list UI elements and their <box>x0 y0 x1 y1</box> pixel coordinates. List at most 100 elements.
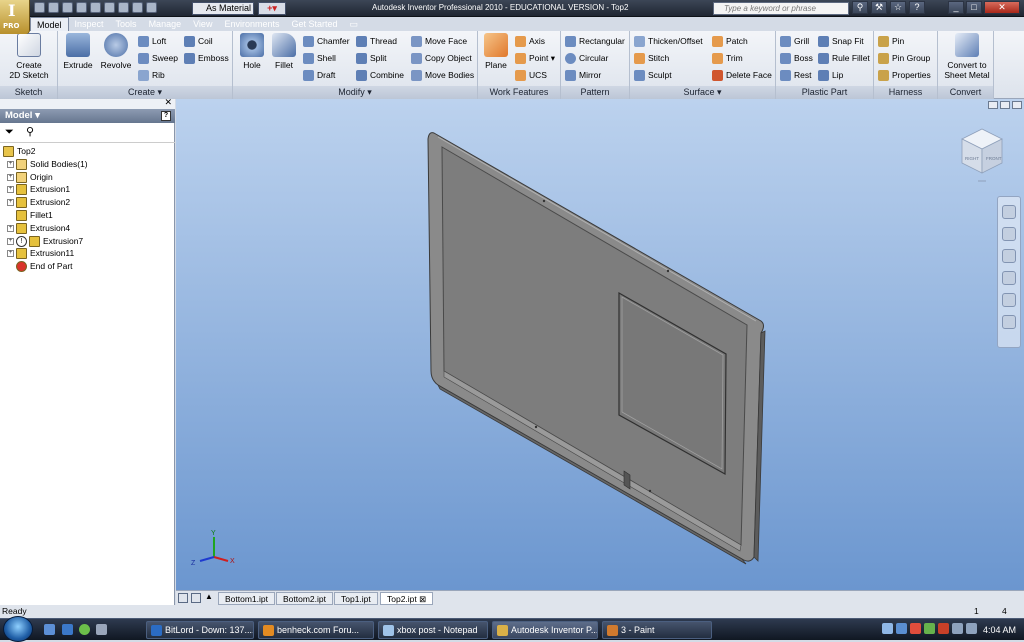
viewcube[interactable]: RIGHT FRONT <box>952 123 1008 189</box>
new-icon[interactable] <box>34 2 45 13</box>
doc-tab-top2[interactable]: Top2.ipt ⊠ <box>380 592 434 605</box>
tree-expand-icon[interactable]: + <box>7 237 14 245</box>
network-icon[interactable] <box>952 623 963 634</box>
sculpt-button[interactable]: Sculpt <box>634 68 672 82</box>
tree-item[interactable]: + Origin <box>3 171 173 184</box>
doc-tab-bottom2[interactable]: Bottom2.ipt <box>276 592 333 605</box>
tree-expand-icon[interactable]: + <box>7 224 14 232</box>
group-label-modify[interactable]: Modify ▾ <box>233 86 477 99</box>
tree-item[interactable]: + Extrusion2 <box>3 196 173 209</box>
taskbar-item[interactable]: xbox post - Notepad <box>378 621 488 639</box>
navigation-options-icon[interactable] <box>1002 315 1016 329</box>
tools-icon[interactable]: ⚒ <box>871 1 887 14</box>
tab-list-icon[interactable]: ▲ <box>205 592 213 601</box>
taskbar-item[interactable]: BitLord - Down: 137.... <box>146 621 254 639</box>
quicklaunch-icon[interactable] <box>96 624 107 635</box>
sweep-button[interactable]: Sweep <box>138 51 178 65</box>
create-2d-sketch-button[interactable]: Create 2D Sketch <box>4 33 54 80</box>
select-icon[interactable] <box>146 2 157 13</box>
move-face-button[interactable]: Move Face <box>411 34 467 48</box>
emboss-button[interactable]: Emboss <box>184 51 229 65</box>
ie-icon[interactable] <box>62 624 73 635</box>
redo-icon[interactable] <box>90 2 101 13</box>
tree-item[interactable]: + Extrusion11 <box>3 247 173 260</box>
start-button[interactable] <box>3 616 33 642</box>
tab-get-started[interactable]: Get Started <box>285 17 343 31</box>
browser-help-button[interactable]: ? <box>161 111 171 121</box>
volume-icon[interactable] <box>966 623 977 634</box>
tree-item[interactable]: + Extrusion1 <box>3 183 173 196</box>
binoculars-icon[interactable]: ⚲ <box>852 1 868 14</box>
lip-button[interactable]: Lip <box>818 68 843 82</box>
tree-item[interactable]: + Solid Bodies(1) <box>3 158 173 171</box>
doc-tab-top1[interactable]: Top1.ipt <box>334 592 378 605</box>
doc-tab-bottom1[interactable]: Bottom1.ipt <box>218 592 275 605</box>
point-button[interactable]: Point ▾ <box>515 51 555 65</box>
taskbar-item[interactable]: benheck.com Foru... <box>258 621 374 639</box>
tab-view[interactable]: View <box>187 17 218 31</box>
tree-expand-icon[interactable]: + <box>7 160 14 168</box>
sketch-icon[interactable] <box>118 2 129 13</box>
tree-item[interactable]: + Extrusion4 <box>3 222 173 235</box>
grill-button[interactable]: Grill <box>780 34 809 48</box>
ucs-button[interactable]: UCS <box>515 68 547 82</box>
delete-face-button[interactable]: Delete Face <box>712 68 772 82</box>
fillet-button[interactable]: Fillet <box>270 33 298 70</box>
pin-button[interactable]: Pin <box>878 34 904 48</box>
show-desktop-icon[interactable] <box>44 624 55 635</box>
application-menu-button[interactable]: I PRO <box>0 0 30 34</box>
shell-button[interactable]: Shell <box>303 51 336 65</box>
browser-header[interactable]: Model ▾? <box>0 109 175 123</box>
tray-icon[interactable] <box>910 623 921 634</box>
look-at-icon[interactable] <box>1002 293 1016 307</box>
properties-button[interactable]: Properties <box>878 68 931 82</box>
tree-expand-icon[interactable]: + <box>7 186 14 194</box>
taskbar-clock[interactable]: 4:04 AM <box>983 619 1016 641</box>
minimize-button[interactable]: _ <box>948 1 964 14</box>
hole-button[interactable]: Hole <box>238 33 266 70</box>
tree-item[interactable]: Top2 <box>3 145 173 158</box>
close-icon[interactable]: ✕ <box>164 97 172 108</box>
group-label-surface[interactable]: Surface ▾ <box>630 86 775 99</box>
tray-icon[interactable] <box>882 623 893 634</box>
return-icon[interactable] <box>104 2 115 13</box>
stitch-button[interactable]: Stitch <box>634 51 669 65</box>
rectangular-pattern-button[interactable]: Rectangular <box>565 34 625 48</box>
taskbar-item[interactable]: Autodesk Inventor P... <box>492 621 598 639</box>
pin-group-button[interactable]: Pin Group <box>878 51 930 65</box>
chrome-icon[interactable] <box>79 624 90 635</box>
filter-icon[interactable]: ⏷ <box>5 126 14 139</box>
color-override-button[interactable]: +▾ <box>258 2 286 15</box>
move-bodies-button[interactable]: Move Bodies <box>411 68 474 82</box>
tree-expand-icon[interactable]: + <box>7 173 14 181</box>
trim-button[interactable]: Trim <box>712 51 743 65</box>
group-label-create[interactable]: Create ▾ <box>58 86 232 99</box>
update-icon[interactable] <box>132 2 143 13</box>
tab-model[interactable]: Model <box>30 17 69 31</box>
tree-item[interactable]: +! Extrusion7 <box>3 235 173 248</box>
close-button[interactable]: ✕ <box>984 1 1020 14</box>
star-icon[interactable]: ☆ <box>890 1 906 14</box>
snap-fit-button[interactable]: Snap Fit <box>818 34 864 48</box>
close-tab-icon[interactable]: ⊠ <box>419 594 426 604</box>
graphics-viewport[interactable]: RIGHT FRONT Y X Z <box>176 99 1024 590</box>
tree-expand-icon[interactable]: + <box>7 199 14 207</box>
thread-button[interactable]: Thread <box>356 34 397 48</box>
tab-manage[interactable]: Manage <box>143 17 188 31</box>
undo-icon[interactable] <box>76 2 87 13</box>
ribbon-minimize-icon[interactable]: ▭ <box>344 17 365 31</box>
tray-icon[interactable] <box>924 623 935 634</box>
mirror-button[interactable]: Mirror <box>565 68 601 82</box>
chamfer-button[interactable]: Chamfer <box>303 34 350 48</box>
save-icon[interactable] <box>62 2 73 13</box>
combine-button[interactable]: Combine <box>356 68 404 82</box>
revolve-button[interactable]: Revolve <box>98 33 134 70</box>
axis-button[interactable]: Axis <box>515 34 545 48</box>
rest-button[interactable]: Rest <box>780 68 811 82</box>
tray-icon[interactable] <box>896 623 907 634</box>
help-icon[interactable]: ? <box>909 1 925 14</box>
tile-windows-icon[interactable] <box>178 593 188 603</box>
copy-object-button[interactable]: Copy Object <box>411 51 472 65</box>
maximize-button[interactable]: □ <box>966 1 982 14</box>
pan-icon[interactable] <box>1002 227 1016 241</box>
